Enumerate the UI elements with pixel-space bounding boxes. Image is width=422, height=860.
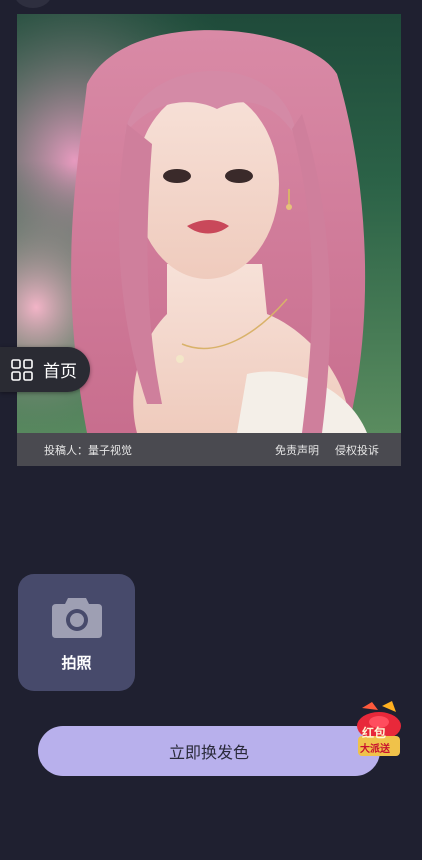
camera-icon [51,598,102,638]
red-packet-promo[interactable]: 红包 大派送 [352,700,406,758]
camera-button[interactable]: 拍照 [18,574,135,691]
top-circle-button[interactable] [14,0,52,8]
camera-label: 拍照 [61,654,92,672]
promo-line2: 大派送 [360,744,390,755]
grid-icon [11,358,33,381]
home-nav-button[interactable]: 首页 [0,347,90,392]
promo-line1: 红包 [362,726,387,740]
home-label: 首页 [43,362,77,382]
credit-bar: 投稿人：量子视觉 免责声明 侵权投诉 [17,433,401,466]
photo-card: 投稿人：量子视觉 免责声明 侵权投诉 [17,14,401,466]
change-hair-color-button[interactable]: 立即换发色 [38,726,380,776]
report-link[interactable]: 侵权投诉 [335,442,379,458]
uploader-credit: 投稿人：量子视觉 [44,443,132,457]
disclaimer-link[interactable]: 免责声明 [275,442,319,458]
